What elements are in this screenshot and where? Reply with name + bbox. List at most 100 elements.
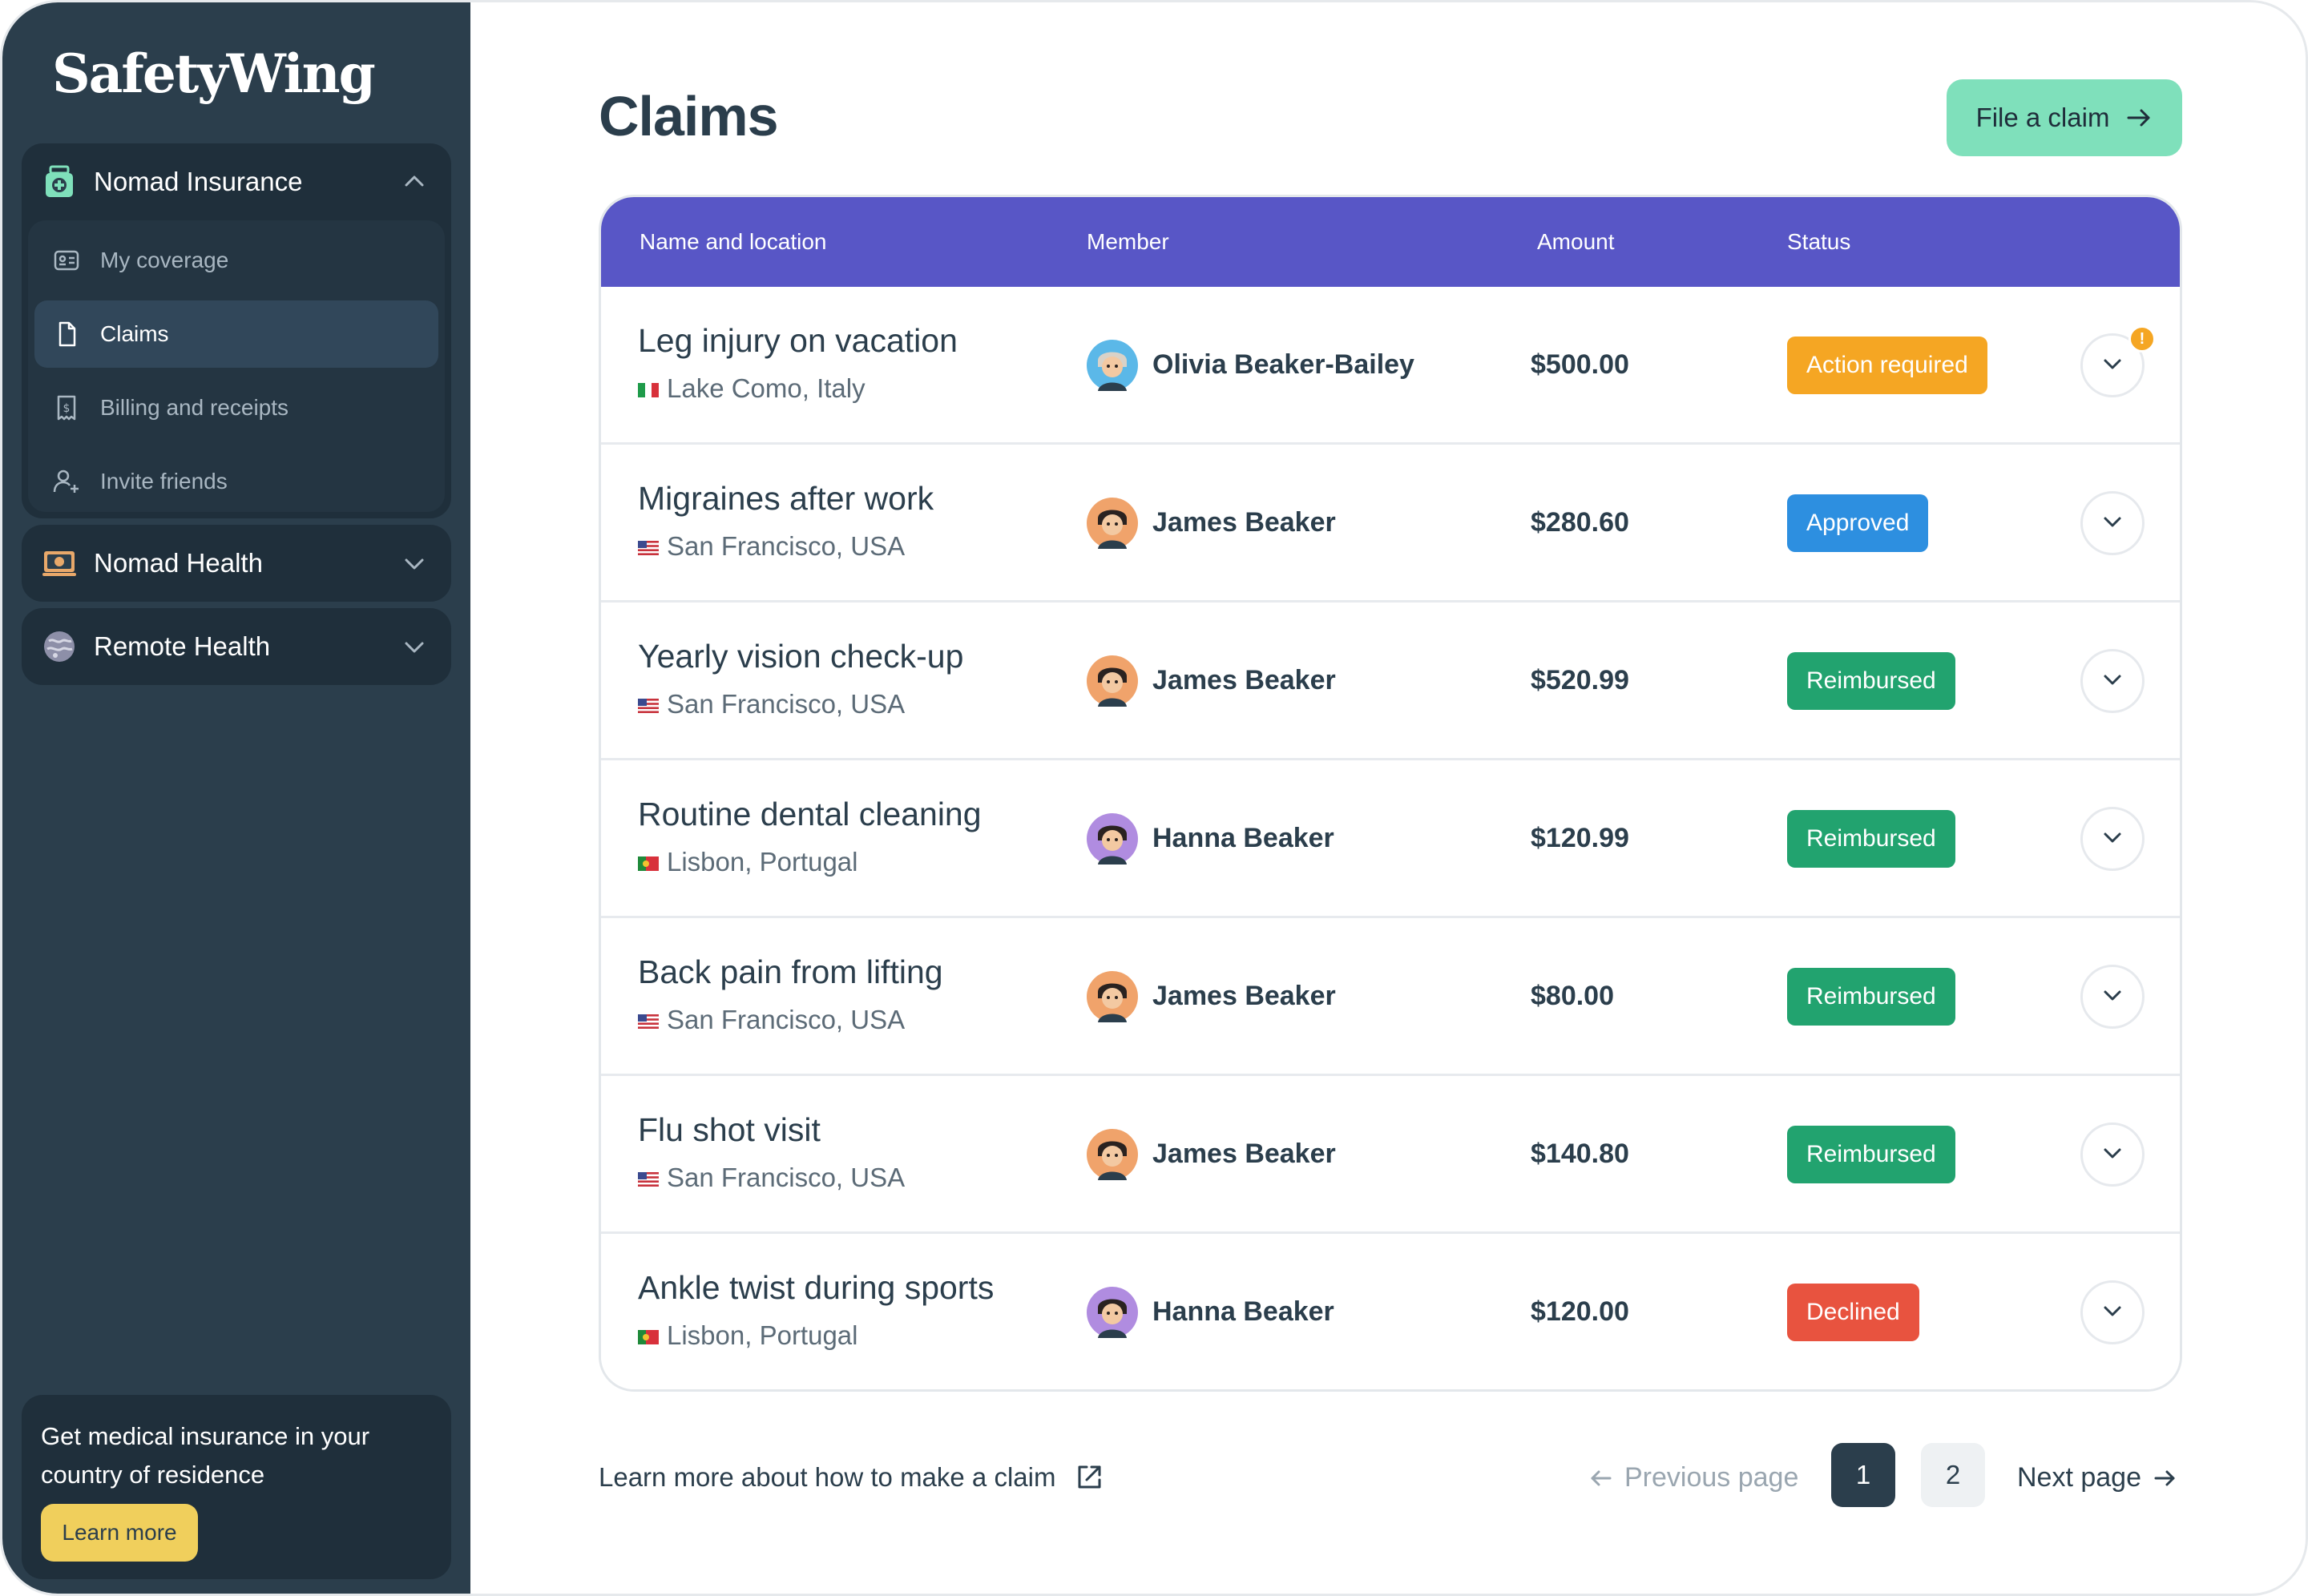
nav-group-header-remote-health[interactable]: Remote Health bbox=[22, 608, 451, 685]
table-row[interactable]: Flu shot visit San Francisco, USA James Be… bbox=[601, 1076, 2180, 1234]
id-card-icon bbox=[52, 246, 81, 275]
claim-amount: $500.00 bbox=[1531, 349, 1629, 380]
globe-icon bbox=[42, 630, 76, 663]
nav-group-label: Nomad Insurance bbox=[94, 167, 303, 196]
claim-location: Lisbon, Portugal bbox=[638, 847, 858, 877]
chevron-down-icon bbox=[405, 642, 424, 653]
status-badge: Reimbursed bbox=[1787, 810, 1955, 868]
nav-group-label: Nomad Health bbox=[94, 548, 263, 578]
next-page-label: Next page bbox=[2017, 1462, 2141, 1493]
chevron-down-icon bbox=[2100, 1140, 2125, 1170]
external-link-icon bbox=[1078, 1465, 1101, 1489]
status-badge: Reimbursed bbox=[1787, 1126, 1955, 1183]
page-2-button[interactable]: 2 bbox=[1921, 1443, 1985, 1507]
promo-text: Get medical insurance in your country of… bbox=[41, 1422, 370, 1489]
expand-row-button[interactable] bbox=[2080, 965, 2145, 1029]
sidebar-item-claims[interactable]: Claims bbox=[34, 300, 438, 368]
table-row[interactable]: Migraines after work San Francisco, USA Ja… bbox=[601, 445, 2180, 603]
chevron-down-icon bbox=[2100, 667, 2125, 696]
chevron-down-icon bbox=[405, 558, 424, 570]
avatar bbox=[1087, 1129, 1138, 1180]
chevron-down-icon bbox=[2100, 824, 2125, 854]
document-icon bbox=[52, 320, 81, 349]
laptop-health-icon bbox=[42, 546, 76, 580]
avatar bbox=[1087, 655, 1138, 707]
claim-location-label: San Francisco, USA bbox=[667, 531, 906, 561]
member-name: James Beaker bbox=[1152, 1139, 1336, 1169]
member-name: Hanna Beaker bbox=[1152, 1296, 1334, 1327]
arrow-right-icon bbox=[2154, 1470, 2175, 1485]
next-page-button[interactable]: Next page bbox=[2017, 1462, 2177, 1493]
sidebar-item-label: Billing and receipts bbox=[100, 395, 289, 420]
usa-flag-icon bbox=[638, 689, 667, 719]
claim-location: San Francisco, USA bbox=[638, 531, 905, 562]
table-row[interactable]: Leg injury on vacation Lake Como, Italy Ol… bbox=[601, 287, 2180, 445]
claim-amount: $120.00 bbox=[1531, 1296, 1629, 1327]
sidebar-item-invite-friends[interactable]: Invite friends bbox=[34, 448, 438, 515]
sidebar-item-label: My coverage bbox=[100, 248, 229, 272]
claim-location-label: Lisbon, Portugal bbox=[667, 847, 858, 877]
portugal-flag-icon bbox=[638, 847, 667, 877]
status-badge: Action required bbox=[1787, 337, 1987, 394]
claim-location: Lisbon, Portugal bbox=[638, 1320, 858, 1351]
claim-amount: $80.00 bbox=[1531, 981, 1614, 1011]
previous-page-button[interactable]: Previous page bbox=[1589, 1462, 1798, 1493]
nav-sub-list: My coverage Claims $ Billing and receipt… bbox=[28, 220, 445, 512]
safetywing-logo[interactable]: SafetyWing bbox=[52, 42, 376, 105]
column-header-status: Status bbox=[1787, 229, 1851, 254]
learn-more-button[interactable]: Learn more bbox=[41, 1504, 198, 1562]
expand-row-button[interactable] bbox=[2080, 491, 2145, 555]
chevron-up-icon bbox=[405, 175, 424, 187]
member-name: James Beaker bbox=[1152, 665, 1336, 695]
member-name: Hanna Beaker bbox=[1152, 823, 1334, 853]
page-title: Claims bbox=[599, 85, 779, 147]
claim-location-label: San Francisco, USA bbox=[667, 1005, 906, 1034]
svg-text:$: $ bbox=[63, 402, 71, 415]
table-row[interactable]: Ankle twist during sports Lisbon, Portuga… bbox=[601, 1234, 2180, 1389]
nav-group-header-nomad-health[interactable]: Nomad Health bbox=[22, 525, 451, 602]
file-claim-button[interactable]: File a claim bbox=[1947, 79, 2182, 156]
claim-title: Ankle twist during sports bbox=[638, 1269, 995, 1306]
add-user-icon bbox=[52, 467, 81, 496]
claim-location: San Francisco, USA bbox=[638, 689, 905, 719]
usa-flag-icon bbox=[638, 1163, 667, 1193]
nav-group-label: Remote Health bbox=[94, 631, 271, 661]
table-row[interactable]: Back pain from lifting San Francisco, USA… bbox=[601, 918, 2180, 1076]
sidebar-item-label: Claims bbox=[100, 321, 169, 346]
table-header: Name and location Member Amount Status bbox=[601, 197, 2180, 287]
expand-row-button[interactable] bbox=[2080, 807, 2145, 871]
nav-group-nomad-health: Nomad Health bbox=[22, 525, 451, 602]
chevron-down-icon bbox=[2100, 982, 2125, 1012]
claims-table: Name and location Member Amount Status L… bbox=[599, 195, 2182, 1392]
claim-amount: $140.80 bbox=[1531, 1139, 1629, 1169]
claim-title: Back pain from lifting bbox=[638, 953, 943, 990]
sidebar-item-billing[interactable]: $ Billing and receipts bbox=[34, 374, 438, 441]
claim-amount: $520.99 bbox=[1531, 665, 1629, 695]
avatar bbox=[1087, 1287, 1138, 1338]
claim-title: Routine dental cleaning bbox=[638, 796, 982, 832]
portugal-flag-icon bbox=[638, 1320, 667, 1351]
column-header-name-location: Name and location bbox=[640, 229, 827, 254]
page-1-button[interactable]: 1 bbox=[1831, 1443, 1895, 1507]
status-badge: Approved bbox=[1787, 494, 1929, 552]
expand-row-button[interactable] bbox=[2080, 1122, 2145, 1187]
claim-location: San Francisco, USA bbox=[638, 1163, 905, 1193]
expand-row-button[interactable] bbox=[2080, 1280, 2145, 1344]
expand-row-button[interactable] bbox=[2080, 649, 2145, 713]
chevron-down-icon bbox=[2100, 1298, 2125, 1328]
claim-location-label: Lake Como, Italy bbox=[667, 373, 866, 403]
table-row[interactable]: Yearly vision check-up San Francisco, USA… bbox=[601, 603, 2180, 760]
usa-flag-icon bbox=[638, 1005, 667, 1035]
claim-location: Lake Como, Italy bbox=[638, 373, 866, 404]
table-row[interactable]: Routine dental cleaning Lisbon, Portugal H… bbox=[601, 760, 2180, 918]
column-header-amount: Amount bbox=[1537, 229, 1615, 254]
usa-flag-icon bbox=[638, 531, 667, 562]
sidebar-item-my-coverage[interactable]: My coverage bbox=[34, 227, 438, 294]
column-header-member: Member bbox=[1087, 229, 1169, 254]
nav-group-header-nomad-insurance[interactable]: Nomad Insurance bbox=[22, 143, 451, 220]
learn-more-link[interactable]: Learn more about how to make a claim bbox=[599, 1462, 1104, 1493]
receipt-icon: $ bbox=[52, 393, 81, 422]
claim-location: San Francisco, USA bbox=[638, 1005, 905, 1035]
claim-location-label: Lisbon, Portugal bbox=[667, 1320, 858, 1350]
avatar bbox=[1087, 498, 1138, 549]
